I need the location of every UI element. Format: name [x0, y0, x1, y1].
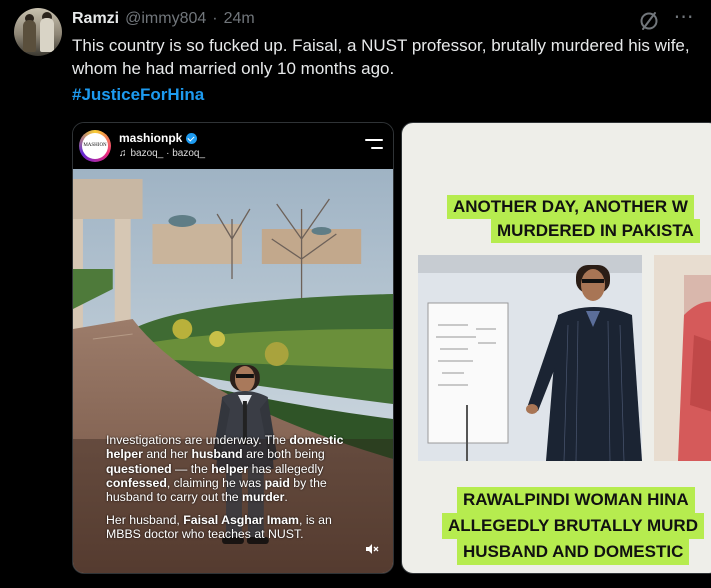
ig-account-avatar: MASHION — [79, 130, 111, 162]
media-image-card[interactable]: ANOTHER DAY, ANOTHER W MURDERED IN PAKIS… — [401, 122, 711, 574]
caption-text: has allegedly — [248, 461, 324, 476]
video-caption-paragraph-1: Investigations are underway. The domesti… — [106, 433, 364, 504]
caption-bold: husband — [191, 447, 243, 462]
tweet-header: Ramzi @immy804 · 24m — [72, 10, 255, 30]
author-avatar[interactable] — [14, 8, 62, 56]
verified-badge-icon — [186, 132, 198, 144]
mute-icon[interactable] — [365, 543, 379, 555]
tweet-text: This country is so fucked up. Faisal, a … — [72, 36, 690, 78]
ig-audio-text: bazoq_ · bazoq_ — [130, 148, 206, 159]
ig-logo-text: MASHION — [82, 133, 108, 159]
more-options-icon[interactable]: ⋯ — [672, 7, 696, 32]
bottom-headline-line-3: HUSBAND AND DOMESTIC — [457, 539, 690, 565]
author-handle[interactable]: @immy804 — [125, 10, 206, 28]
ig-audio-info: ♫ bazoq_ · bazoq_ — [119, 148, 205, 159]
separator-dot: · — [212, 10, 218, 27]
headline-line-2: MURDERED IN PAKISTA — [491, 219, 700, 243]
bottom-headline-line-2: ALLEGEDLY BRUTALLY MURD — [442, 513, 704, 539]
ig-account-name: mashionpk — [119, 131, 198, 145]
media-video-card[interactable]: MASHION mashionpk ♫ bazoq_ · bazoq_ Inve… — [72, 122, 394, 574]
woman-photo — [654, 255, 711, 461]
author-name[interactable]: Ramzi — [72, 10, 119, 28]
music-note-icon: ♫ — [119, 148, 127, 159]
caption-text: and her — [142, 447, 192, 462]
ig-account-label: mashionpk — [119, 131, 183, 145]
caption-text: Her husband, — [106, 513, 184, 527]
caption-text: , claiming he was — [166, 475, 265, 490]
hamburger-menu-icon — [365, 139, 383, 151]
caption-text: are both being — [242, 447, 325, 462]
instagram-header: MASHION mashionpk ♫ bazoq_ · bazoq_ — [73, 123, 393, 169]
video-caption-paragraph-2: Her husband, Faisal Asghar Imam, is an M… — [106, 513, 364, 542]
caption-bold: questioned — [106, 461, 172, 476]
hashtag-link[interactable]: #JusticeForHina — [72, 83, 204, 106]
headline-line-1: ANOTHER DAY, ANOTHER W — [447, 195, 694, 219]
caption-text: Investigations are underway. The — [106, 433, 290, 447]
caption-bold: Faisal Asghar Imam — [183, 513, 299, 527]
caption-bold: helper — [211, 461, 249, 476]
bottom-headline-line-1: RAWALPINDI WOMAN HINA — [457, 487, 695, 513]
tweet-timestamp[interactable]: 24m — [224, 10, 255, 28]
caption-bold: confessed — [106, 475, 167, 490]
caption-bold: paid — [264, 475, 290, 490]
man-presenting-photo — [418, 255, 642, 461]
grok-icon[interactable] — [636, 8, 662, 34]
caption-text: — the — [171, 461, 212, 476]
caption-bold: murder — [242, 490, 285, 505]
caption-text: . — [284, 490, 288, 505]
